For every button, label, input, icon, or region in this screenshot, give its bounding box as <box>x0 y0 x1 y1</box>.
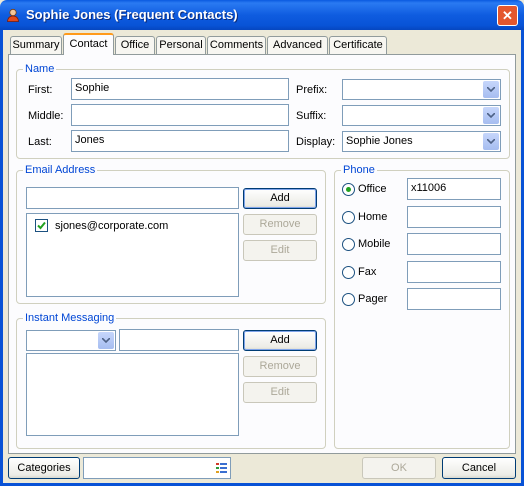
contact-person-icon <box>7 8 19 22</box>
phone-fax-label[interactable]: Fax <box>358 266 376 278</box>
im-add-button[interactable]: Add <box>243 330 317 351</box>
chevron-down-icon <box>102 338 110 343</box>
phone-mobile-radio[interactable] <box>342 238 355 251</box>
phone-fax-field[interactable] <box>407 261 501 283</box>
phone-office-field[interactable]: x11006 <box>407 178 501 200</box>
prefix-label: Prefix: <box>296 84 328 96</box>
im-address-input[interactable] <box>119 329 239 351</box>
categories-field[interactable] <box>83 457 231 479</box>
email-list-item[interactable]: sjones@corporate.com <box>27 219 238 235</box>
im-list[interactable] <box>26 353 239 436</box>
phone-pager-field[interactable] <box>407 288 501 310</box>
display-label: Display: <box>296 136 336 148</box>
email-legend: Email Address <box>25 164 96 176</box>
im-edit-button[interactable]: Edit <box>243 382 317 403</box>
tab-advanced[interactable]: Advanced <box>267 36 328 54</box>
suffix-dropdown-arrow[interactable] <box>483 107 499 124</box>
display-dropdown-arrow[interactable] <box>483 133 499 150</box>
first-label: First: <box>28 84 53 96</box>
phone-fax-radio[interactable] <box>342 266 355 279</box>
email-item-checkbox[interactable] <box>35 219 48 232</box>
middle-label: Middle: <box>28 110 64 122</box>
phone-office-radio[interactable] <box>342 183 355 196</box>
tab-office[interactable]: Office <box>115 36 155 54</box>
im-remove-button[interactable]: Remove <box>243 356 317 377</box>
chevron-down-icon <box>487 113 495 118</box>
phone-mobile-label[interactable]: Mobile <box>358 238 390 250</box>
last-name-field[interactable]: Jones <box>71 130 289 152</box>
email-edit-button[interactable]: Edit <box>243 240 317 261</box>
phone-office-label[interactable]: Office <box>358 183 387 195</box>
title-bar[interactable]: Sophie Jones (Frequent Contacts) ✕ <box>0 0 524 30</box>
phone-legend: Phone <box>343 164 375 176</box>
im-service-dropdown[interactable] <box>26 330 116 351</box>
email-remove-button[interactable]: Remove <box>243 214 317 235</box>
phone-home-radio[interactable] <box>342 211 355 224</box>
category-list-icon[interactable] <box>216 463 227 473</box>
checkmark-icon <box>37 221 46 230</box>
last-label: Last: <box>28 136 52 148</box>
prefix-dropdown[interactable] <box>342 79 501 100</box>
display-value: Sophie Jones <box>346 135 413 147</box>
email-input[interactable] <box>26 187 239 209</box>
tab-comments[interactable]: Comments <box>207 36 266 54</box>
first-name-field[interactable]: Sophie <box>71 78 289 100</box>
phone-home-field[interactable] <box>407 206 501 228</box>
suffix-label: Suffix: <box>296 110 327 122</box>
window-title: Sophie Jones (Frequent Contacts) <box>26 7 238 22</box>
phone-pager-radio[interactable] <box>342 293 355 306</box>
categories-button[interactable]: Categories <box>8 457 80 479</box>
contact-tab-panel: Name First: Sophie Middle: Last: Jones P… <box>8 54 516 454</box>
phone-home-label[interactable]: Home <box>358 211 387 223</box>
tab-personal[interactable]: Personal <box>156 36 206 54</box>
tab-certificate[interactable]: Certificate <box>329 36 387 54</box>
email-add-button[interactable]: Add <box>243 188 317 209</box>
close-button[interactable]: ✕ <box>497 5 518 26</box>
name-legend: Name <box>25 63 55 75</box>
tab-summary[interactable]: Summary <box>10 36 62 54</box>
email-list[interactable]: sjones@corporate.com <box>26 213 239 297</box>
ok-button[interactable]: OK <box>362 457 436 479</box>
phone-pager-label[interactable]: Pager <box>358 293 387 305</box>
phone-mobile-field[interactable] <box>407 233 501 255</box>
cancel-button[interactable]: Cancel <box>442 457 516 479</box>
tab-contact[interactable]: Contact <box>63 33 114 55</box>
im-legend: Instant Messaging <box>25 312 115 324</box>
middle-name-field[interactable] <box>71 104 289 126</box>
close-icon: ✕ <box>502 8 513 23</box>
email-item-address: sjones@corporate.com <box>55 220 169 232</box>
display-dropdown[interactable]: Sophie Jones <box>342 131 501 152</box>
chevron-down-icon <box>487 87 495 92</box>
suffix-dropdown[interactable] <box>342 105 501 126</box>
im-service-dropdown-arrow[interactable] <box>98 332 114 349</box>
chevron-down-icon <box>487 139 495 144</box>
prefix-dropdown-arrow[interactable] <box>483 81 499 98</box>
